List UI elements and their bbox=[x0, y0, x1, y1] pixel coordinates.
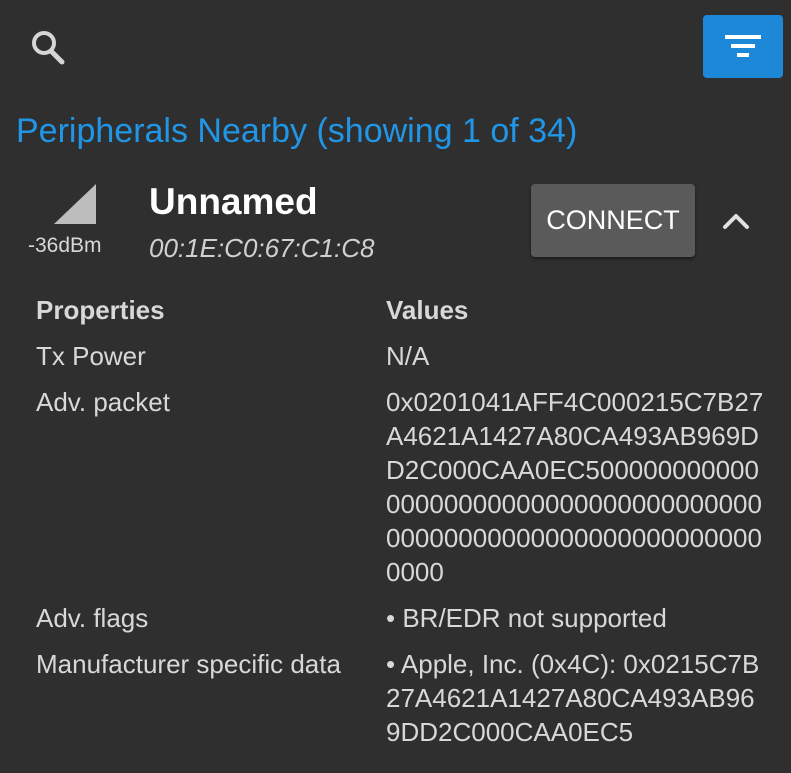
property-label: Adv. flags bbox=[36, 603, 149, 633]
rssi-value: -36dBm bbox=[28, 234, 102, 257]
property-row-manufacturer-data: Manufacturer specific data • Apple, Inc.… bbox=[36, 647, 776, 749]
filter-button[interactable] bbox=[703, 15, 783, 78]
search-icon bbox=[32, 31, 65, 65]
property-label: Manufacturer specific data bbox=[36, 649, 341, 679]
property-row-tx-power: Tx Power N/A bbox=[36, 339, 776, 373]
property-row-adv-packet: Adv. packet 0x0201041AFF4C000215C7B27A46… bbox=[36, 385, 776, 589]
section-title: Peripherals Nearby (showing 1 of 34) bbox=[16, 112, 578, 150]
header-value: Values bbox=[386, 295, 469, 325]
property-row-adv-flags: Adv. flags • BR/EDR not supported bbox=[36, 601, 776, 635]
property-label: Adv. packet bbox=[36, 387, 170, 417]
connect-button[interactable]: CONNECT bbox=[531, 184, 695, 257]
filter-icon bbox=[725, 35, 761, 57]
signal-strength-icon bbox=[54, 184, 96, 224]
property-value: N/A bbox=[386, 341, 430, 371]
property-value: 0x0201041AFF4C000215C7B27A4621A1427A80CA… bbox=[386, 387, 764, 587]
collapse-button[interactable] bbox=[715, 200, 757, 242]
property-value: • Apple, Inc. (0x4C): 0x0215C7B27A4621A1… bbox=[386, 649, 760, 747]
top-toolbar bbox=[0, 0, 791, 100]
property-label: Tx Power bbox=[36, 341, 146, 371]
device-name: Unnamed bbox=[149, 181, 318, 222]
chevron-up-icon bbox=[723, 214, 749, 229]
device-address: 00:1E:C0:67:C1:C8 bbox=[149, 233, 375, 263]
properties-table: Properties Values Tx Power N/A Adv. pack… bbox=[36, 293, 776, 749]
properties-header: Properties Values bbox=[36, 293, 776, 327]
search-button[interactable] bbox=[24, 24, 72, 72]
header-property: Properties bbox=[36, 295, 165, 325]
property-value: • BR/EDR not supported bbox=[386, 603, 667, 633]
